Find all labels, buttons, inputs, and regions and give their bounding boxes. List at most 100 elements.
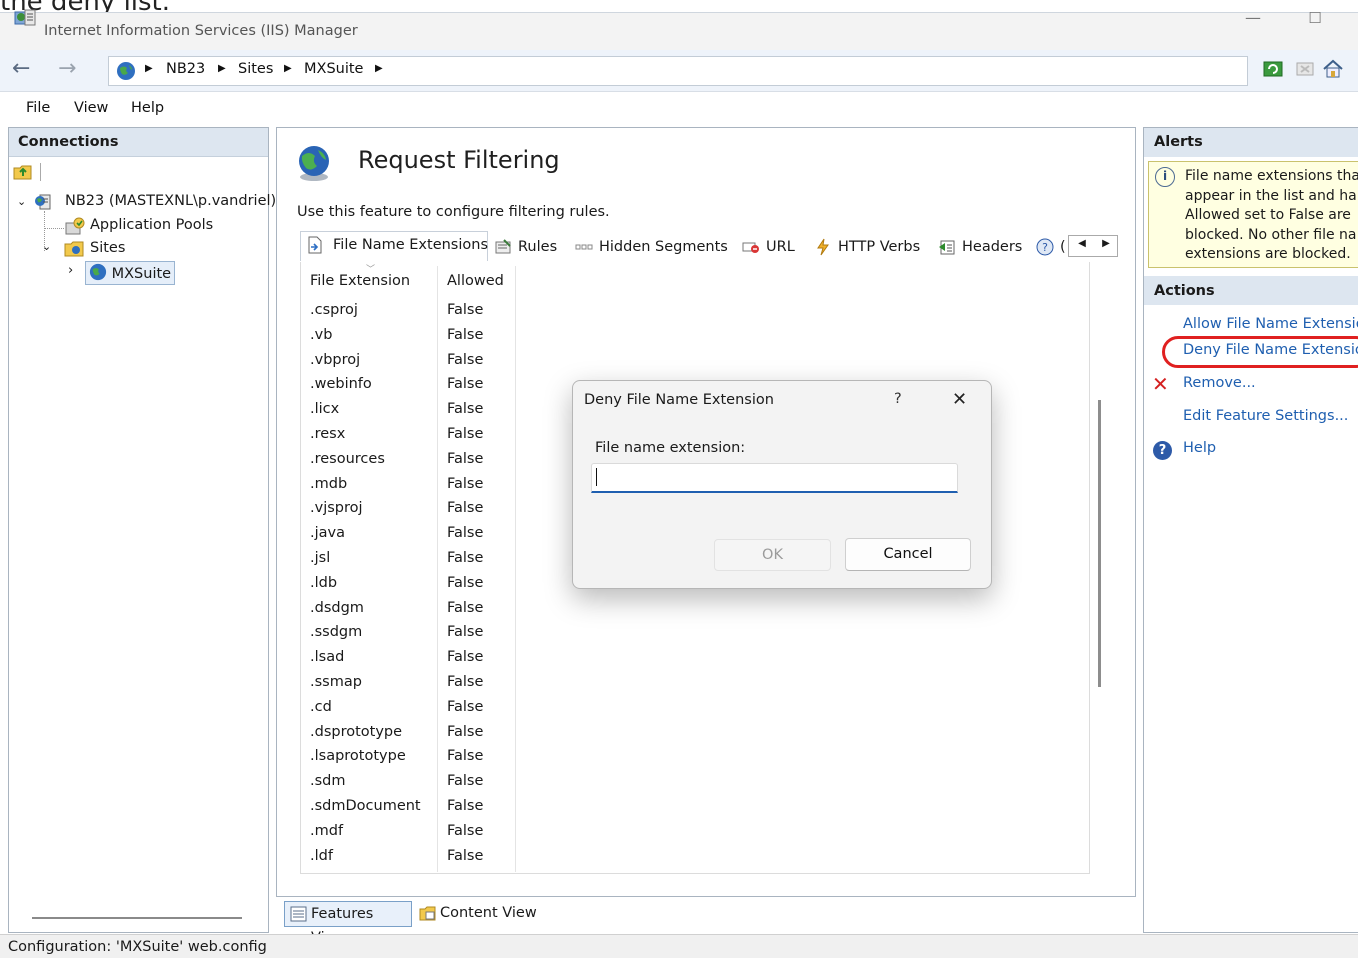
info-icon: i	[1155, 167, 1175, 187]
chevron-down-icon[interactable]: ⌄	[17, 195, 26, 208]
tab-label: Rules	[518, 239, 558, 255]
cell-allowed: False	[447, 326, 484, 343]
menu-file[interactable]: File	[26, 100, 50, 116]
tab-hidden-segments[interactable]: Hidden Segments	[573, 236, 728, 262]
forward-arrow-icon[interactable]: →	[58, 58, 82, 82]
scroll-right-icon[interactable]: ▶	[1095, 238, 1117, 249]
actions-title: Actions	[1154, 283, 1215, 299]
tab-rules[interactable]: Rules	[492, 236, 557, 262]
cancel-button[interactable]: Cancel	[845, 538, 971, 571]
table-row[interactable]: .dsprototype False	[302, 720, 516, 745]
table-row[interactable]: .vjsproj False	[302, 496, 516, 521]
tab-scroll-buttons[interactable]: ◀ ▶	[1068, 235, 1118, 257]
table-row[interactable]: .mdb False	[302, 472, 516, 497]
highlight-annotation	[1162, 336, 1358, 368]
maximize-button[interactable]: ☐	[1300, 5, 1330, 31]
table-row[interactable]: .lsaprototype False	[302, 744, 516, 769]
dialog-help-button[interactable]: ?	[894, 391, 902, 407]
cell-file-extension: .ssmap	[310, 673, 362, 690]
file-name-extension-input[interactable]	[591, 463, 958, 493]
table-row[interactable]: .java False	[302, 521, 516, 546]
table-row[interactable]: .sdmDocument False	[302, 794, 516, 819]
horizontal-scrollbar[interactable]	[32, 917, 242, 919]
vertical-scrollbar[interactable]	[1098, 400, 1101, 687]
features-view-button[interactable]: Features View	[284, 901, 412, 946]
table-row[interactable]: .webinfo False	[302, 372, 516, 397]
breadcrumb-item-nb23[interactable]: NB23	[166, 61, 205, 77]
refresh-icon[interactable]	[1262, 58, 1284, 80]
column-header-allowed[interactable]: Allowed	[438, 270, 516, 296]
close-icon[interactable]: ✕	[952, 389, 967, 410]
connect-icon[interactable]	[13, 163, 33, 181]
table-row[interactable]: .resx False	[302, 422, 516, 447]
table-row[interactable]: .vbproj False	[302, 348, 516, 373]
tab-file-name-extensions[interactable]: File Name Extensions	[300, 231, 488, 261]
tree-item-sites[interactable]: Sites	[90, 240, 125, 256]
action-help[interactable]: Help	[1183, 440, 1216, 456]
minimize-button[interactable]: —	[1238, 5, 1268, 31]
scroll-left-icon[interactable]: ◀	[1071, 238, 1093, 249]
table-row[interactable]: .csproj False	[302, 298, 516, 323]
tree-item-application-pools[interactable]: Application Pools	[90, 217, 213, 233]
column-header-file-extension[interactable]: File Extension	[302, 270, 438, 296]
cell-file-extension: .ssdgm	[310, 624, 363, 641]
table-row[interactable]: .resources False	[302, 447, 516, 472]
table-row[interactable]: .ldf False	[302, 844, 516, 869]
action-remove[interactable]: Remove...	[1183, 375, 1256, 391]
tab-url[interactable]: URL	[740, 236, 795, 262]
rules-icon	[495, 239, 511, 254]
remove-icon[interactable]: ✕	[1152, 372, 1169, 396]
table-row[interactable]: .cd False	[302, 695, 516, 720]
tab-headers[interactable]: Headers	[936, 236, 1022, 262]
cell-file-extension: .cd	[310, 698, 332, 715]
cell-allowed: False	[447, 748, 484, 765]
table-row[interactable]: .ssmap False	[302, 670, 516, 695]
cell-allowed: False	[447, 549, 484, 566]
grid-rows: .csproj False .vb False .vbproj False .webinfo…	[302, 298, 516, 868]
request-filtering-globe-icon	[299, 146, 329, 181]
help-icon[interactable]: ?	[1153, 441, 1172, 460]
stop-icon[interactable]	[1294, 58, 1316, 80]
table-row[interactable]: .dsdgm False	[302, 596, 516, 621]
tree-item-mxsuite[interactable]: MXSuite	[85, 261, 176, 285]
action-allow-file-name-extension[interactable]: Allow File Name Extensio	[1183, 316, 1358, 332]
cell-file-extension: .dsdgm	[310, 599, 364, 616]
chevron-right-icon[interactable]: ›	[68, 263, 73, 278]
table-row[interactable]: .mdf False	[302, 819, 516, 844]
cell-file-extension: .webinfo	[310, 376, 372, 393]
tree-item-server[interactable]: NB23 (MASTEXNL\p.vandriel)	[65, 193, 276, 209]
table-row[interactable]: .sdm False	[302, 769, 516, 794]
tab-query-strings[interactable]: ? (	[1034, 236, 1068, 262]
menu-view[interactable]: View	[74, 100, 108, 116]
http-verbs-icon	[817, 238, 829, 256]
action-edit-feature-settings[interactable]: Edit Feature Settings...	[1183, 408, 1348, 424]
tab-http-verbs[interactable]: HTTP Verbs	[812, 236, 920, 262]
title-bar: Internet Information Services (IIS) Mana…	[0, 12, 1358, 50]
breadcrumb[interactable]	[108, 56, 1248, 86]
table-row[interactable]: .ldb False	[302, 571, 516, 596]
menu-bar	[0, 93, 1358, 125]
table-row[interactable]: .lsad False	[302, 645, 516, 670]
cell-file-extension: .vb	[310, 326, 333, 343]
table-row[interactable]: .licx False	[302, 397, 516, 422]
iis-app-icon	[14, 9, 36, 26]
table-row[interactable]: .ssdgm False	[302, 620, 516, 645]
breadcrumb-item-mxsuite[interactable]: MXSuite	[304, 61, 363, 77]
ok-button[interactable]: OK	[714, 539, 831, 571]
chevron-down-icon[interactable]: ⌄	[42, 240, 51, 253]
table-row[interactable]: .vb False	[302, 323, 516, 348]
tab-label: HTTP Verbs	[838, 239, 921, 255]
content-view-button[interactable]: Content View	[414, 901, 544, 927]
connections-title: Connections	[18, 134, 119, 150]
back-arrow-icon[interactable]: ←	[12, 58, 36, 82]
cell-allowed: False	[447, 847, 484, 864]
cell-file-extension: .sdmDocument	[310, 797, 421, 814]
file-extension-icon	[308, 236, 322, 254]
home-icon[interactable]	[1322, 58, 1344, 80]
menu-help[interactable]: Help	[131, 100, 164, 116]
breadcrumb-item-sites[interactable]: Sites	[238, 61, 273, 77]
cell-allowed: False	[447, 698, 484, 715]
alerts-title: Alerts	[1154, 134, 1203, 150]
cell-file-extension: .vjsproj	[310, 500, 363, 517]
table-row[interactable]: .jsl False	[302, 546, 516, 571]
